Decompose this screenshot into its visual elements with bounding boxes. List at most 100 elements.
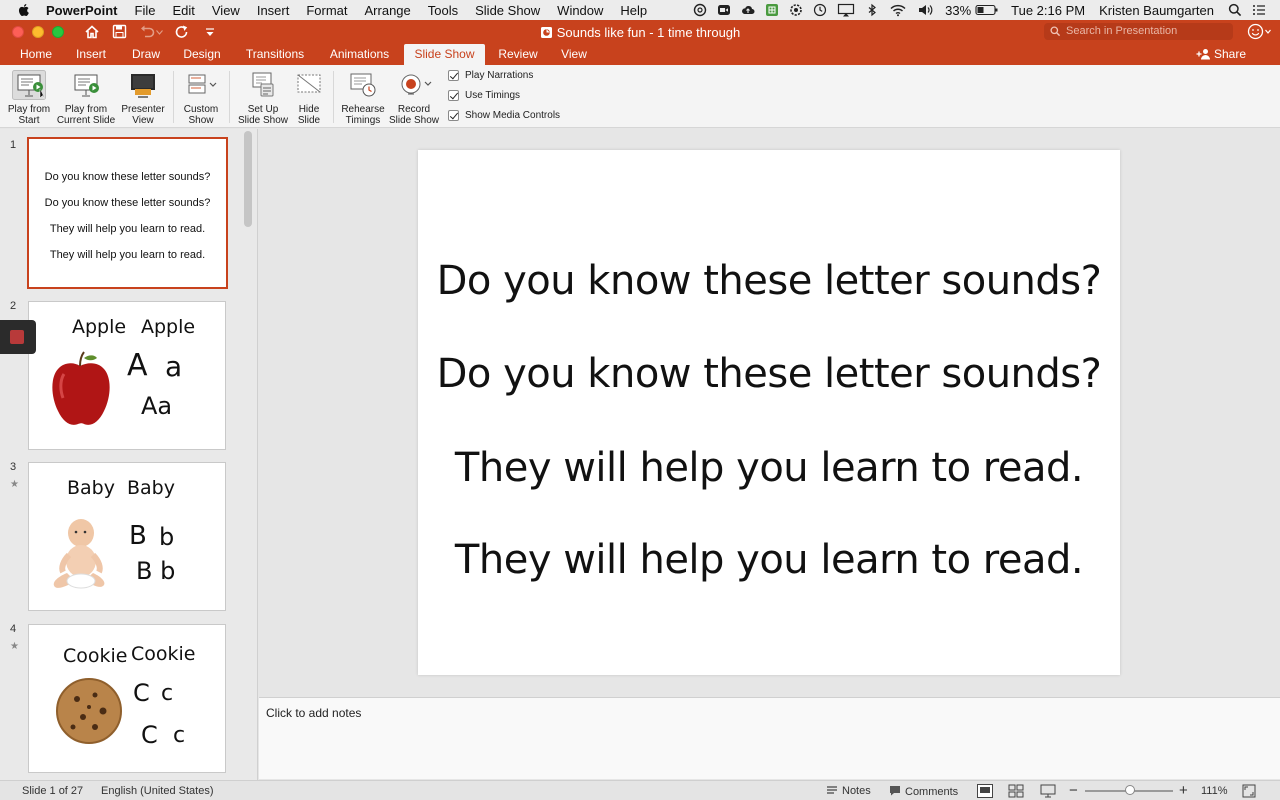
gear-status-icon[interactable] — [789, 3, 803, 17]
menu-bar: PowerPoint File Edit View Insert Format … — [0, 0, 1280, 20]
zoom-level[interactable]: 111% — [1201, 785, 1228, 797]
set-up-slide-show-icon — [252, 72, 274, 97]
slide-text-line-2[interactable]: Do you know these letter sounds? — [418, 351, 1120, 397]
battery-icon[interactable] — [975, 3, 999, 17]
language-indicator[interactable]: English (United States) — [101, 785, 214, 797]
record-slide-show-button[interactable]: Record Slide Show — [388, 70, 440, 126]
zoom-slider-knob[interactable] — [1125, 785, 1135, 795]
tab-slide-show[interactable]: Slide Show — [404, 44, 485, 65]
ribbon-separator — [333, 71, 334, 123]
set-up-slide-show-button[interactable]: Set Up Slide Show — [234, 70, 292, 126]
current-slide[interactable]: Do you know these letter sounds? Do you … — [418, 150, 1120, 675]
notes-toggle-button[interactable]: Notes — [826, 785, 871, 797]
thumb-text-line: They will help you learn to read. — [49, 223, 206, 235]
tab-draw[interactable]: Draw — [124, 44, 168, 65]
time-machine-icon[interactable] — [813, 3, 827, 17]
play-from-current-label-1: Play from — [64, 104, 108, 115]
share-button[interactable]: Share — [1196, 47, 1246, 61]
normal-view-icon[interactable] — [977, 784, 993, 798]
menu-slide-show[interactable]: Slide Show — [475, 3, 540, 18]
bluetooth-icon[interactable] — [865, 3, 879, 17]
feedback-smiley-icon[interactable] — [1247, 23, 1273, 40]
notification-center-icon[interactable] — [1252, 3, 1266, 17]
tab-home[interactable]: Home — [12, 44, 60, 65]
zoom-in-button[interactable]: + — [1179, 782, 1188, 799]
grid-app-icon[interactable] — [765, 3, 779, 17]
presenter-view-button[interactable]: Presenter View — [118, 70, 168, 126]
rehearse-timings-button[interactable]: Rehearse Timings — [338, 70, 388, 126]
thumb-text-line: They will help you learn to read. — [49, 249, 206, 261]
play-from-current-label-2: Current Slide — [56, 115, 116, 126]
slide-thumbnail-4[interactable]: Cookie Cookie C c C c — [28, 624, 226, 773]
menu-insert[interactable]: Insert — [257, 3, 290, 18]
use-timings-checkbox[interactable]: Use Timings — [448, 90, 520, 101]
menu-arrange[interactable]: Arrange — [365, 3, 411, 18]
menu-file[interactable]: File — [135, 3, 156, 18]
record-label-2: Slide Show — [388, 115, 440, 126]
menubar-user[interactable]: Kristen Baumgarten — [1099, 3, 1214, 18]
zoom-out-button[interactable]: − — [1069, 782, 1078, 799]
thumb-letter: A — [127, 348, 148, 383]
cloud-upload-icon[interactable] — [741, 3, 755, 17]
wifi-icon[interactable] — [889, 3, 907, 17]
slide-thumbnail-3[interactable]: Baby Baby B b B b — [28, 462, 226, 611]
presenter-view-icon — [131, 74, 155, 98]
app-name-menu[interactable]: PowerPoint — [46, 3, 118, 18]
fit-to-window-icon[interactable] — [1242, 784, 1256, 798]
tab-view[interactable]: View — [554, 44, 594, 65]
slide-thumbnail-2[interactable]: Apple Apple A a Aa — [28, 301, 226, 450]
show-media-controls-checkbox[interactable]: Show Media Controls — [448, 110, 560, 121]
slide-show-view-icon[interactable] — [1040, 784, 1056, 798]
custom-show-button[interactable]: Custom Show — [179, 70, 223, 126]
cookie-image — [56, 678, 122, 744]
notes-pane[interactable]: Click to add notes — [259, 697, 1280, 779]
spotlight-search-icon[interactable] — [1228, 3, 1242, 17]
play-from-start-button[interactable]: Play from Start — [5, 70, 53, 126]
menu-format[interactable]: Format — [306, 3, 347, 18]
tab-review[interactable]: Review — [492, 44, 544, 65]
play-narrations-label: Play Narrations — [465, 70, 534, 81]
menu-help[interactable]: Help — [620, 3, 647, 18]
thumbnail-scrollbar[interactable] — [244, 131, 252, 227]
thumb-text-line: Do you know these letter sounds? — [44, 197, 211, 209]
creative-cloud-icon[interactable] — [693, 3, 707, 17]
slide-text-line-3[interactable]: They will help you learn to read. — [418, 445, 1120, 491]
menu-window[interactable]: Window — [557, 3, 603, 18]
record-stop-button[interactable] — [0, 320, 36, 354]
slide-thumbnail-1[interactable]: Do you know these letter sounds? Do you … — [27, 137, 228, 289]
thumb-letter: Aa — [141, 392, 173, 420]
slide-text-line-1[interactable]: Do you know these letter sounds? — [418, 258, 1120, 304]
show-media-controls-label: Show Media Controls — [465, 110, 561, 121]
comments-toggle-button[interactable]: Comments — [889, 785, 958, 798]
volume-icon[interactable] — [917, 3, 935, 17]
hide-slide-label-2: Slide — [297, 115, 321, 126]
tab-transitions[interactable]: Transitions — [238, 44, 312, 65]
menubar-clock[interactable]: Tue 2:16 PM — [1011, 3, 1085, 18]
zoom-video-icon[interactable] — [717, 3, 731, 17]
thumb-number: 1 — [10, 139, 17, 151]
play-narrations-checkbox[interactable]: Play Narrations — [448, 70, 533, 81]
airplay-icon[interactable] — [837, 3, 855, 17]
play-from-current-slide-button[interactable]: Play from Current Slide — [55, 70, 117, 126]
menu-edit[interactable]: Edit — [172, 3, 194, 18]
tab-animations[interactable]: Animations — [323, 44, 396, 65]
comment-icon — [890, 786, 900, 796]
apple-image — [52, 351, 110, 425]
slide-sorter-view-icon[interactable] — [1008, 784, 1024, 798]
notes-placeholder[interactable]: Click to add notes — [266, 706, 361, 720]
slide-text-line-4[interactable]: They will help you learn to read. — [418, 537, 1120, 583]
thumb-number: 4 — [10, 623, 17, 635]
hide-slide-label-1: Hide — [298, 104, 320, 115]
tab-insert[interactable]: Insert — [67, 44, 115, 65]
presenter-view-label-1: Presenter — [121, 104, 165, 115]
checkbox-checked-icon — [448, 110, 459, 121]
hide-slide-button[interactable]: Hide Slide — [293, 70, 325, 126]
menu-tools[interactable]: Tools — [428, 3, 458, 18]
set-up-label-1: Set Up — [247, 104, 279, 115]
thumb-letter: C — [133, 679, 150, 707]
search-in-presentation-input[interactable]: Search in Presentation — [1044, 23, 1233, 40]
slide-thumbnail-pane[interactable]: 1 Do you know these letter sounds? Do yo… — [0, 129, 258, 780]
tab-design[interactable]: Design — [176, 44, 228, 65]
menu-view[interactable]: View — [212, 3, 240, 18]
apple-icon[interactable] — [16, 2, 32, 18]
